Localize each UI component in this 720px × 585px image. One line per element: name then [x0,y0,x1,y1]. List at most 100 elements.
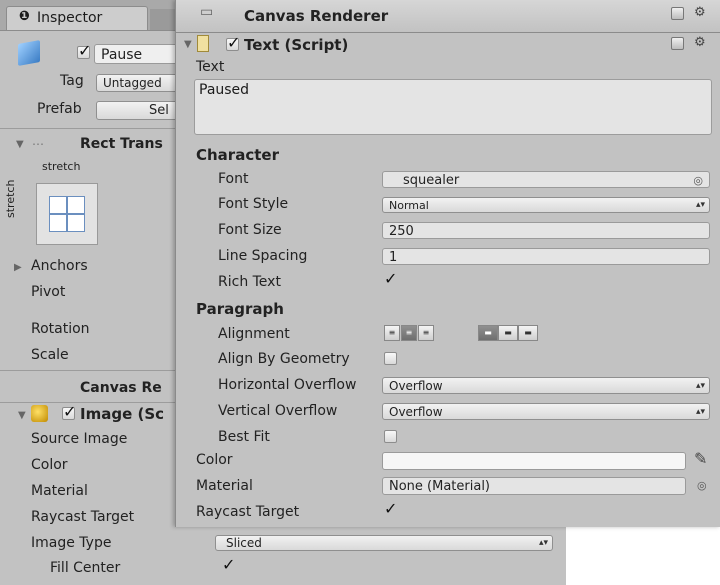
text-input-value: Paused [199,82,250,98]
anchor-grid-icon [49,196,85,232]
align-left-button[interactable]: ≡ [384,325,400,341]
image-color-label: Color [31,457,68,473]
paragraph-header: Paragraph [196,300,284,318]
align-geometry-label: Align By Geometry [218,351,350,367]
checkmark-icon: ✓ [63,402,77,421]
font-size-label: Font Size [218,222,282,238]
eyedropper-icon[interactable]: ✎ [694,449,707,468]
text-input-area[interactable]: Paused [194,79,712,135]
line-spacing-field[interactable]: 1 [382,248,710,265]
anchors-foldout-icon[interactable]: ▶ [14,262,22,273]
foldout-arrow-icon[interactable]: ▼ [16,139,24,150]
vertical-overflow-dropdown[interactable]: Overflow ▴▾ [382,403,710,420]
object-active-checkbox[interactable]: ✓ [77,41,91,60]
rich-text-label: Rich Text [218,274,281,290]
divider [0,402,190,403]
image-material-label: Material [31,483,88,499]
color-swatch-field[interactable] [382,452,686,470]
canvas-renderer-title: Canvas Renderer [244,7,389,25]
line-spacing-label: Line Spacing [218,248,308,264]
anchor-top-label: stretch [42,160,81,173]
image-foldout-icon[interactable]: ▼ [18,410,26,421]
align-center-button[interactable]: ≡ [401,325,417,341]
source-image-label: Source Image [31,431,128,447]
inspector-tab-label: Inspector [37,10,103,26]
best-fit-label: Best Fit [218,429,270,445]
anchors-label: Anchors [31,258,88,274]
font-size-field[interactable]: 250 [382,222,710,239]
align-middle-button[interactable]: ▬ [498,325,518,341]
image-enabled-checkbox[interactable]: ✓ [62,402,76,421]
align-right-button[interactable]: ≡ [418,325,434,341]
vertical-overflow-label: Vertical Overflow [218,403,338,419]
divider [0,370,190,371]
inspector-tab[interactable]: ❶ Inspector [6,6,148,30]
text-script-title: Text (Script) [244,36,349,54]
book-icon[interactable] [671,7,684,20]
font-value: squealer [403,173,460,188]
canvas-renderer-title-left: Canvas Re [80,380,162,396]
anchor-preset-button[interactable] [36,183,98,245]
align-top-button[interactable]: ▬ [478,325,498,341]
text-label: Text [196,59,225,75]
material-object-field[interactable]: None (Material) [382,477,686,495]
settings-gear-icon[interactable]: ⚙ [694,5,706,20]
prefab-label: Prefab [37,101,82,117]
font-style-label: Font Style [218,196,289,212]
cube-icon [18,40,40,66]
alignment-label: Alignment [218,326,290,342]
tag-label: Tag [60,73,84,89]
dropdown-arrow-icon: ▴▾ [695,407,705,417]
object-picker-icon[interactable]: ◎ [697,479,707,492]
horizontal-overflow-label: Horizontal Overflow [218,377,357,393]
horizontal-overflow-value: Overflow [389,379,443,393]
character-header: Character [196,146,279,164]
settings-gear-icon[interactable]: ⚙ [694,35,706,50]
rotation-label: Rotation [31,321,90,337]
image-icon [31,405,48,422]
image-type-value: Sliced [226,536,262,550]
material-label: Material [196,478,253,494]
object-picker-icon[interactable]: ◎ [693,172,703,187]
rect-transform-title: Rect Trans [80,136,163,152]
canvas-icon: ▭ [200,4,214,20]
checkmark-icon: ✓ [384,269,398,288]
material-value: None (Material) [389,479,491,494]
checkmark-icon: ✓ [227,33,241,52]
raycast-target-label: Raycast Target [196,504,300,520]
image-raycast-label: Raycast Target [31,509,135,525]
text-foldout-icon[interactable]: ▼ [184,39,192,50]
font-object-field[interactable]: squealer ◎ [382,171,710,188]
dropdown-arrow-icon: ▴▾ [695,381,705,391]
fill-center-label: Fill Center [50,560,121,576]
fill-center-checkbox[interactable]: ✓ [222,555,235,574]
divider [0,128,190,129]
rect-transform-icon: ⋯ [32,137,44,151]
font-style-value: Normal [389,199,429,212]
color-label: Color [196,452,233,468]
raycast-target-checkbox[interactable]: ✓ [384,499,397,518]
inspector-info-icon: ❶ [19,9,31,24]
vertical-overflow-value: Overflow [389,405,443,419]
dropdown-arrow-icon: ▴▾ [538,538,548,548]
image-component-title: Image (Sc [80,405,165,423]
text-enabled-checkbox[interactable]: ✓ [226,33,240,52]
align-geometry-checkbox[interactable] [384,352,397,365]
checkmark-icon: ✓ [384,499,398,518]
image-type-dropdown[interactable]: Sliced ▴▾ [215,535,553,551]
scale-label: Scale [31,347,69,363]
horizontal-overflow-dropdown[interactable]: Overflow ▴▾ [382,377,710,394]
checkmark-icon: ✓ [78,41,92,60]
image-type-label: Image Type [31,535,112,551]
rich-text-checkbox[interactable]: ✓ [384,269,397,288]
anchor-side-label: stretch [4,179,17,218]
pivot-label: Pivot [31,284,66,300]
text-script-icon [197,35,209,52]
font-style-dropdown[interactable]: Normal ▴▾ [382,197,710,213]
best-fit-checkbox[interactable] [384,430,397,443]
font-label: Font [218,171,249,187]
align-bottom-button[interactable]: ▬ [518,325,538,341]
checkmark-icon: ✓ [222,555,236,574]
book-icon[interactable] [671,37,684,50]
dropdown-arrow-icon: ▴▾ [695,200,705,210]
